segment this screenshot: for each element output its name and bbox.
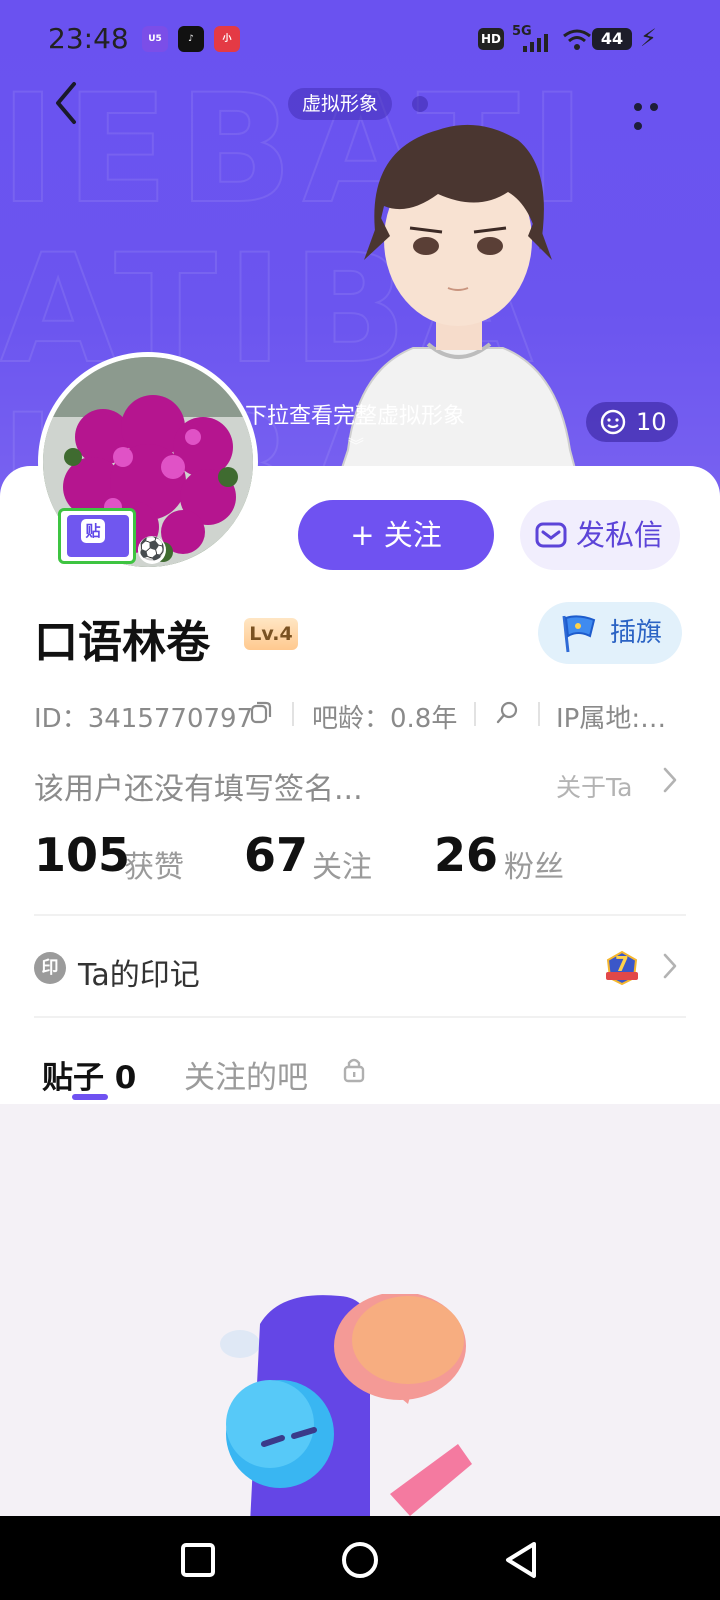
following-label: 关注 bbox=[312, 850, 372, 885]
divider bbox=[34, 914, 686, 916]
hd-icon: HD bbox=[478, 28, 504, 50]
tiktok-icon: ♪ bbox=[178, 26, 204, 52]
copy-icon[interactable] bbox=[248, 700, 274, 726]
following-count[interactable]: 67 bbox=[244, 828, 308, 882]
title-dot-indicator bbox=[412, 96, 428, 112]
wifi-icon bbox=[563, 29, 591, 50]
tab-followed-bars[interactable]: 关注的吧 bbox=[184, 1052, 308, 1097]
smile-icon bbox=[600, 409, 626, 435]
user-signature: 该用户还没有填写签名... bbox=[34, 772, 363, 807]
tieba-badge-glyph: 贴 bbox=[81, 519, 105, 543]
send-message-button[interactable]: 发私信 bbox=[520, 500, 680, 570]
flag-label: 插旗 bbox=[610, 618, 663, 648]
meta-separator bbox=[474, 702, 476, 726]
soccer-ball-icon: ⚽ bbox=[138, 536, 166, 564]
back-button[interactable] bbox=[48, 78, 88, 128]
user-id: ID：3415770797 bbox=[34, 704, 254, 734]
medal-7-icon: 7 bbox=[604, 950, 640, 986]
likes-label: 获赞 bbox=[124, 850, 184, 885]
chevron-right-icon[interactable] bbox=[662, 766, 678, 794]
avatar-like-button[interactable]: 10 bbox=[586, 402, 678, 442]
search-location-icon[interactable] bbox=[494, 700, 520, 726]
flag-button[interactable]: 插旗 bbox=[538, 602, 682, 664]
status-time: 23:48 bbox=[48, 22, 129, 55]
seal-icon: 印 bbox=[34, 952, 66, 984]
lock-icon bbox=[343, 1058, 365, 1083]
followers-label: 粉丝 bbox=[504, 850, 564, 885]
send-message-label: 发私信 bbox=[576, 518, 664, 552]
divider bbox=[34, 1016, 686, 1018]
active-tab-indicator bbox=[72, 1094, 108, 1100]
flag-icon bbox=[562, 615, 596, 653]
recent-apps-button[interactable] bbox=[180, 1542, 216, 1578]
battery-indicator: 44 bbox=[592, 28, 632, 50]
marks-label: Ta的印记 bbox=[78, 958, 200, 993]
chevron-left-icon bbox=[56, 82, 76, 124]
xiaohongshu-icon: 小 bbox=[214, 26, 240, 52]
chevron-down-icon: ︾ bbox=[348, 436, 365, 455]
tieba-age: 吧龄：0.8年 bbox=[312, 704, 458, 734]
home-button[interactable] bbox=[340, 1540, 380, 1580]
system-navigation-bar bbox=[0, 1516, 720, 1600]
tieba-badge[interactable]: 贴 bbox=[58, 508, 136, 564]
posts-content-area bbox=[0, 1104, 720, 1516]
back-nav-button[interactable] bbox=[502, 1540, 540, 1580]
chevron-right-icon[interactable] bbox=[662, 952, 678, 980]
meta-separator bbox=[292, 702, 294, 726]
level-badge: Lv.4 bbox=[244, 618, 298, 650]
tab-posts[interactable]: 贴子 0 bbox=[42, 1052, 136, 1097]
empty-state-illustration bbox=[220, 1294, 472, 1516]
follow-button[interactable]: + 关注 bbox=[298, 500, 494, 570]
more-options-button[interactable] bbox=[634, 96, 680, 130]
about-link[interactable]: 关于Ta bbox=[556, 768, 632, 804]
likes-count[interactable]: 105 bbox=[34, 828, 130, 882]
username: 口语林卷 bbox=[34, 617, 210, 668]
signal-icon bbox=[523, 34, 548, 52]
envelope-icon bbox=[535, 522, 567, 548]
followers-count[interactable]: 26 bbox=[434, 828, 498, 882]
virtual-avatar-title[interactable]: 虚拟形象 bbox=[288, 88, 393, 120]
meta-separator bbox=[538, 702, 540, 726]
pull-down-hint: 下拉查看完整虚拟形象 bbox=[245, 404, 466, 429]
medal-number: 7 bbox=[615, 952, 629, 976]
ip-location: IP属地:… bbox=[556, 704, 667, 734]
charging-icon: ⚡ bbox=[640, 24, 657, 52]
app-notification-icon: U5 bbox=[142, 26, 168, 52]
like-count: 10 bbox=[636, 408, 667, 436]
